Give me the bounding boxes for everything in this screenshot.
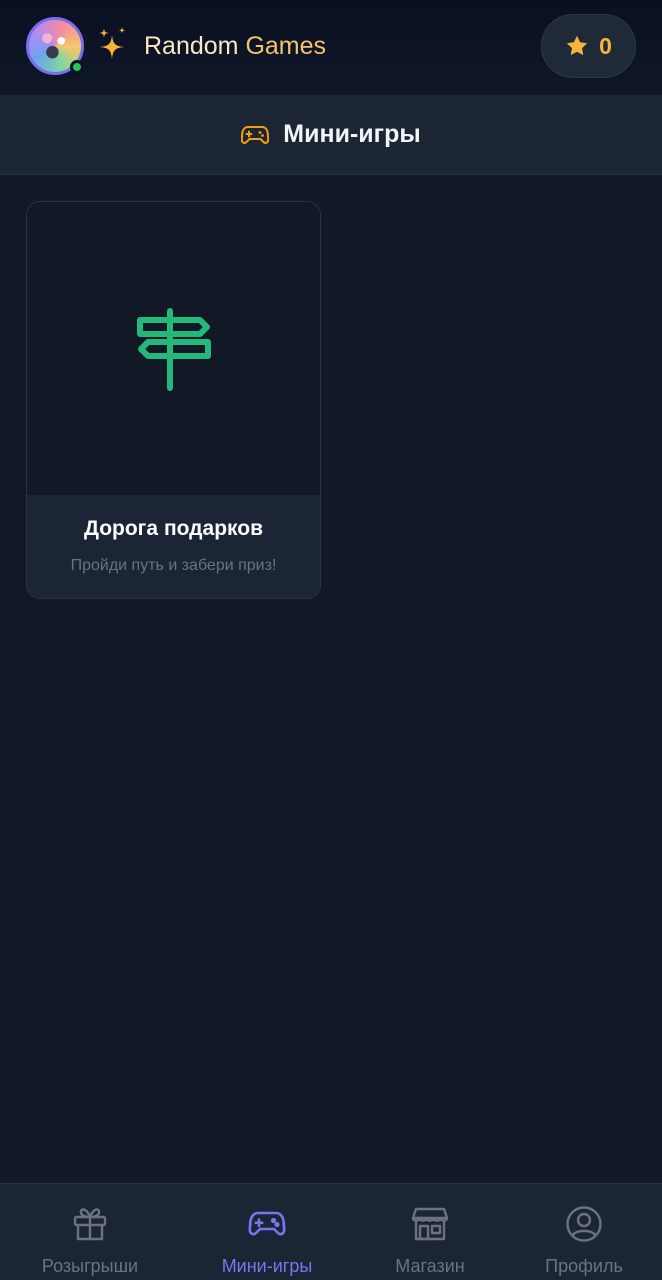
game-subtitle: Пройди путь и забери приз! xyxy=(70,557,277,574)
nav-label-profile: Профиль xyxy=(545,1256,623,1276)
nav-item-profile[interactable]: Профиль xyxy=(524,1184,644,1280)
game-card-media xyxy=(27,202,320,495)
nav-item-shop[interactable]: Магазин xyxy=(370,1184,490,1280)
bottom-nav: Розыгрыши Мини-игры Магазин Профиль xyxy=(0,1183,662,1280)
sparkles-icon xyxy=(99,27,126,59)
app-brand-title: Random Games xyxy=(144,30,326,62)
gamepad-icon xyxy=(247,1204,287,1244)
avatar-button[interactable] xyxy=(26,17,84,75)
game-card[interactable]: Дорога подарков Пройди путь и забери при… xyxy=(26,201,321,599)
app: Random Games 0 Мини-игры Дорога подарков… xyxy=(0,0,662,1280)
user-circle-icon xyxy=(564,1204,604,1244)
nav-item-minigames[interactable]: Мини-игры xyxy=(207,1184,327,1280)
gamepad-icon xyxy=(241,125,270,144)
star-icon xyxy=(566,35,588,56)
nav-label-shop: Магазин xyxy=(395,1256,465,1276)
stars-balance-button[interactable]: 0 xyxy=(541,14,636,78)
gift-icon xyxy=(70,1204,110,1244)
online-status-dot xyxy=(70,60,84,74)
game-card-footer: Дорога подарков Пройди путь и забери при… xyxy=(27,495,320,598)
brand-word-random: Random xyxy=(144,32,239,60)
nav-label-giveaways: Розыгрыши xyxy=(41,1256,139,1276)
nav-item-giveaways[interactable]: Розыгрыши xyxy=(30,1184,150,1280)
stars-count: 0 xyxy=(599,32,612,59)
brand-word-games: Games xyxy=(245,32,327,60)
signpost-icon xyxy=(136,307,211,391)
top-header: Random Games 0 xyxy=(0,0,662,95)
store-icon xyxy=(410,1204,450,1244)
section-title: Мини-игры xyxy=(283,120,421,148)
game-title: Дорога подарков xyxy=(83,517,263,540)
section-header: Мини-игры xyxy=(0,95,662,175)
nav-label-minigames: Мини-игры xyxy=(221,1256,313,1276)
